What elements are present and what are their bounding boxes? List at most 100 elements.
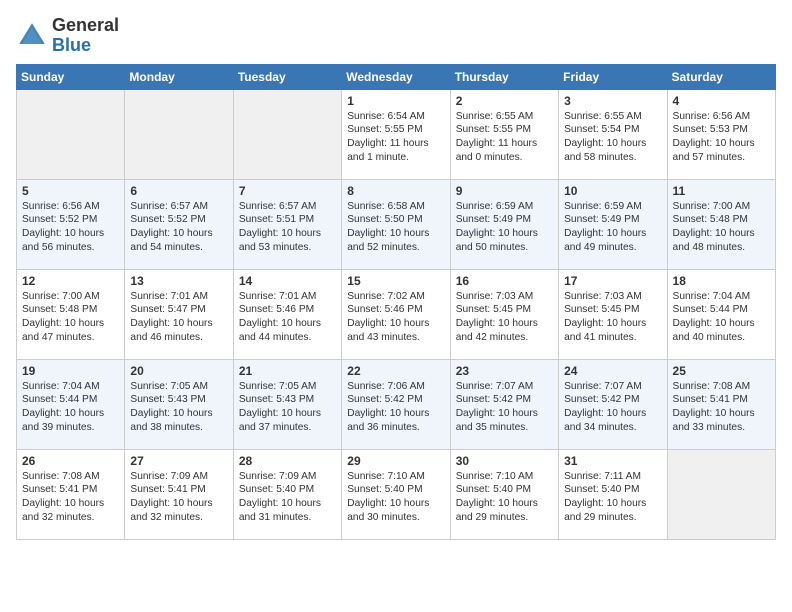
day-number: 23 — [456, 364, 553, 378]
cell-content: Sunrise: 7:05 AM Sunset: 5:43 PM Dayligh… — [130, 380, 227, 435]
cell-content: Sunrise: 7:08 AM Sunset: 5:41 PM Dayligh… — [673, 380, 770, 435]
calendar-header: SundayMondayTuesdayWednesdayThursdayFrid… — [17, 64, 776, 89]
calendar-cell: 24 Sunrise: 7:07 AM Sunset: 5:42 PM Dayli… — [559, 359, 667, 449]
calendar-cell: 14Sunrise: 7:01 AM Sunset: 5:46 PM Dayli… — [233, 269, 341, 359]
calendar-cell: 16 Sunrise: 7:03 AM Sunset: 5:45 PM Dayli… — [450, 269, 558, 359]
day-number: 29 — [347, 454, 444, 468]
cell-content: Sunrise: 7:03 AM Sunset: 5:45 PM Dayligh… — [456, 290, 553, 345]
calendar-cell: 15Sunrise: 7:02 AM Sunset: 5:46 PM Dayli… — [342, 269, 450, 359]
day-number: 9 — [456, 184, 553, 198]
cell-content: Sunrise: 7:01 AM Sunset: 5:47 PM Dayligh… — [130, 290, 227, 345]
cell-content: Sunrise: 7:07 AM Sunset: 5:42 PM Dayligh… — [456, 380, 553, 435]
day-number: 24 — [564, 364, 661, 378]
cell-content: Sunrise: 6:57 AM Sunset: 5:51 PM Dayligh… — [239, 200, 336, 255]
day-number: 15 — [347, 274, 444, 288]
day-number: 7 — [239, 184, 336, 198]
week-row-3: 12 Sunrise: 7:00 AM Sunset: 5:48 PM Dayli… — [17, 269, 776, 359]
day-header-saturday: Saturday — [667, 64, 775, 89]
calendar-cell: 30Sunrise: 7:10 AM Sunset: 5:40 PM Dayli… — [450, 449, 558, 539]
calendar-cell: 11Sunrise: 7:00 AM Sunset: 5:48 PM Dayli… — [667, 179, 775, 269]
week-row-4: 19Sunrise: 7:04 AM Sunset: 5:44 PM Dayli… — [17, 359, 776, 449]
cell-content: Sunrise: 6:54 AM Sunset: 5:55 PM Dayligh… — [347, 110, 444, 165]
calendar-cell: 10 Sunrise: 6:59 AM Sunset: 5:49 PM Dayli… — [559, 179, 667, 269]
logo: General Blue — [16, 16, 119, 56]
cell-content: Sunrise: 7:04 AM Sunset: 5:44 PM Dayligh… — [673, 290, 770, 345]
cell-content: Sunrise: 7:05 AM Sunset: 5:43 PM Dayligh… — [239, 380, 336, 435]
cell-content: Sunrise: 7:03 AM Sunset: 5:45 PM Dayligh… — [564, 290, 661, 345]
calendar-table: SundayMondayTuesdayWednesdayThursdayFrid… — [16, 64, 776, 540]
day-number: 17 — [564, 274, 661, 288]
day-number: 13 — [130, 274, 227, 288]
calendar-cell: 6 Sunrise: 6:57 AM Sunset: 5:52 PM Daylig… — [125, 179, 233, 269]
calendar-body: 1 Sunrise: 6:54 AM Sunset: 5:55 PM Daylig… — [17, 89, 776, 539]
cell-content: Sunrise: 6:57 AM Sunset: 5:52 PM Dayligh… — [130, 200, 227, 255]
day-number: 22 — [347, 364, 444, 378]
calendar-cell — [125, 89, 233, 179]
day-number: 30 — [456, 454, 553, 468]
day-number: 28 — [239, 454, 336, 468]
cell-content: Sunrise: 7:09 AM Sunset: 5:40 PM Dayligh… — [239, 470, 336, 525]
cell-content: Sunrise: 7:11 AM Sunset: 5:40 PM Dayligh… — [564, 470, 661, 525]
cell-content: Sunrise: 7:10 AM Sunset: 5:40 PM Dayligh… — [347, 470, 444, 525]
cell-content: Sunrise: 6:55 AM Sunset: 5:54 PM Dayligh… — [564, 110, 661, 165]
day-number: 21 — [239, 364, 336, 378]
cell-content: Sunrise: 6:59 AM Sunset: 5:49 PM Dayligh… — [456, 200, 553, 255]
calendar-cell: 31Sunrise: 7:11 AM Sunset: 5:40 PM Dayli… — [559, 449, 667, 539]
calendar-cell: 9 Sunrise: 6:59 AM Sunset: 5:49 PM Daylig… — [450, 179, 558, 269]
day-number: 25 — [673, 364, 770, 378]
cell-content: Sunrise: 6:56 AM Sunset: 5:53 PM Dayligh… — [673, 110, 770, 165]
day-number: 2 — [456, 94, 553, 108]
day-number: 6 — [130, 184, 227, 198]
cell-content: Sunrise: 7:06 AM Sunset: 5:42 PM Dayligh… — [347, 380, 444, 435]
week-row-2: 5Sunrise: 6:56 AM Sunset: 5:52 PM Daylig… — [17, 179, 776, 269]
cell-content: Sunrise: 7:00 AM Sunset: 5:48 PM Dayligh… — [673, 200, 770, 255]
calendar-cell: 20 Sunrise: 7:05 AM Sunset: 5:43 PM Dayli… — [125, 359, 233, 449]
day-number: 3 — [564, 94, 661, 108]
calendar-cell: 28 Sunrise: 7:09 AM Sunset: 5:40 PM Dayli… — [233, 449, 341, 539]
day-number: 10 — [564, 184, 661, 198]
day-header-monday: Monday — [125, 64, 233, 89]
day-header-tuesday: Tuesday — [233, 64, 341, 89]
calendar-cell: 23 Sunrise: 7:07 AM Sunset: 5:42 PM Dayli… — [450, 359, 558, 449]
calendar-cell: 17 Sunrise: 7:03 AM Sunset: 5:45 PM Dayli… — [559, 269, 667, 359]
calendar-cell: 3 Sunrise: 6:55 AM Sunset: 5:54 PM Daylig… — [559, 89, 667, 179]
day-number: 20 — [130, 364, 227, 378]
cell-content: Sunrise: 6:59 AM Sunset: 5:49 PM Dayligh… — [564, 200, 661, 255]
calendar-cell: 5Sunrise: 6:56 AM Sunset: 5:52 PM Daylig… — [17, 179, 125, 269]
calendar-cell: 1 Sunrise: 6:54 AM Sunset: 5:55 PM Daylig… — [342, 89, 450, 179]
day-number: 16 — [456, 274, 553, 288]
day-number: 4 — [673, 94, 770, 108]
calendar-cell: 27 Sunrise: 7:09 AM Sunset: 5:41 PM Dayli… — [125, 449, 233, 539]
day-header-row: SundayMondayTuesdayWednesdayThursdayFrid… — [17, 64, 776, 89]
logo-icon — [16, 20, 48, 52]
logo-text: General Blue — [52, 16, 119, 56]
calendar-cell: 2 Sunrise: 6:55 AM Sunset: 5:55 PM Daylig… — [450, 89, 558, 179]
day-number: 14 — [239, 274, 336, 288]
calendar-cell — [667, 449, 775, 539]
calendar-cell: 7 Sunrise: 6:57 AM Sunset: 5:51 PM Daylig… — [233, 179, 341, 269]
calendar-cell: 4 Sunrise: 6:56 AM Sunset: 5:53 PM Daylig… — [667, 89, 775, 179]
cell-content: Sunrise: 6:58 AM Sunset: 5:50 PM Dayligh… — [347, 200, 444, 255]
cell-content: Sunrise: 6:56 AM Sunset: 5:52 PM Dayligh… — [22, 200, 119, 255]
week-row-5: 26Sunrise: 7:08 AM Sunset: 5:41 PM Dayli… — [17, 449, 776, 539]
calendar-cell: 8 Sunrise: 6:58 AM Sunset: 5:50 PM Daylig… — [342, 179, 450, 269]
page-header: General Blue — [16, 16, 776, 56]
day-header-friday: Friday — [559, 64, 667, 89]
day-number: 8 — [347, 184, 444, 198]
cell-content: Sunrise: 7:07 AM Sunset: 5:42 PM Dayligh… — [564, 380, 661, 435]
calendar-cell: 18 Sunrise: 7:04 AM Sunset: 5:44 PM Dayli… — [667, 269, 775, 359]
calendar-cell: 21 Sunrise: 7:05 AM Sunset: 5:43 PM Dayli… — [233, 359, 341, 449]
calendar-cell: 12 Sunrise: 7:00 AM Sunset: 5:48 PM Dayli… — [17, 269, 125, 359]
cell-content: Sunrise: 7:09 AM Sunset: 5:41 PM Dayligh… — [130, 470, 227, 525]
day-header-wednesday: Wednesday — [342, 64, 450, 89]
day-number: 1 — [347, 94, 444, 108]
calendar-cell: 25 Sunrise: 7:08 AM Sunset: 5:41 PM Dayli… — [667, 359, 775, 449]
day-header-thursday: Thursday — [450, 64, 558, 89]
cell-content: Sunrise: 7:08 AM Sunset: 5:41 PM Dayligh… — [22, 470, 119, 525]
cell-content: Sunrise: 6:55 AM Sunset: 5:55 PM Dayligh… — [456, 110, 553, 165]
day-number: 27 — [130, 454, 227, 468]
day-number: 18 — [673, 274, 770, 288]
cell-content: Sunrise: 7:00 AM Sunset: 5:48 PM Dayligh… — [22, 290, 119, 345]
day-number: 12 — [22, 274, 119, 288]
calendar-cell: 22 Sunrise: 7:06 AM Sunset: 5:42 PM Dayli… — [342, 359, 450, 449]
